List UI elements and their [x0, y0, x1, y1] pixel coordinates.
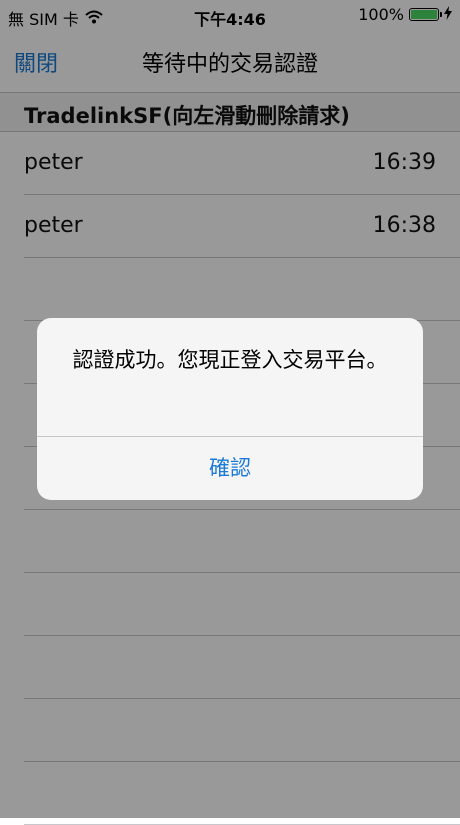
alert-message: 認證成功。您現正登入交易平台。: [72, 348, 388, 372]
alert-dialog: 認證成功。您現正登入交易平台。 確認: [37, 318, 423, 500]
confirm-button[interactable]: 確認: [37, 437, 423, 500]
app-screen: 無 SIM 卡 下午4:46 100% 關閉 等待中的交易認證 Tradelin…: [0, 0, 460, 825]
